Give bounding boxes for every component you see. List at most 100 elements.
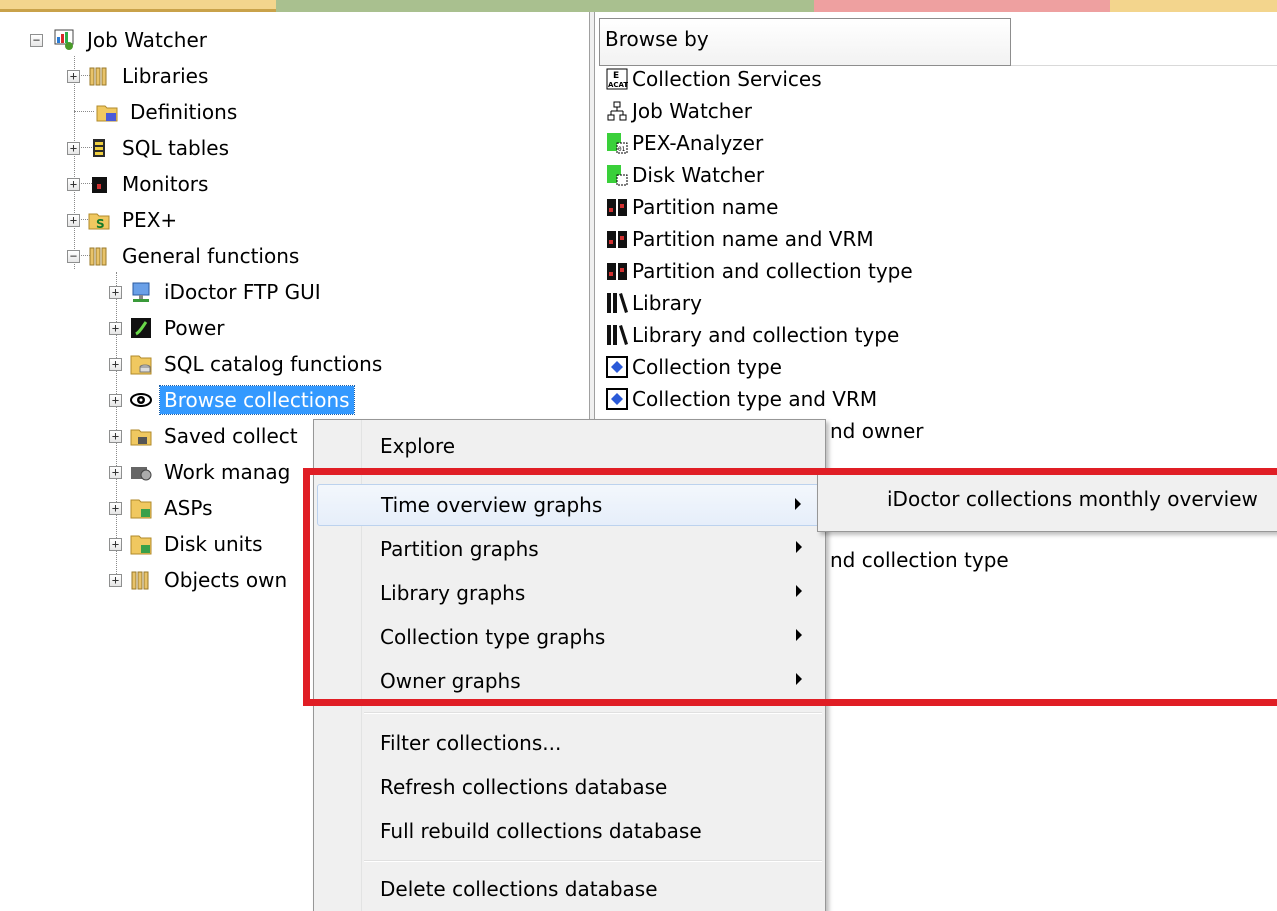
list-item-label: Collection Services <box>632 67 822 91</box>
tree-item-sql-tables[interactable]: + SQL tables <box>67 131 233 165</box>
tree-item-label: iDoctor FTP GUI <box>164 280 321 304</box>
tree-root-job-watcher[interactable]: − Job Watcher <box>30 23 211 57</box>
tree-item-label: SQL tables <box>122 136 230 160</box>
strip-segment <box>1110 0 1277 12</box>
tree-item-general-functions[interactable]: − General functions <box>67 239 303 273</box>
expand-icon[interactable]: + <box>109 501 122 515</box>
tree-item-disk-units[interactable]: + Disk units <box>109 527 267 561</box>
list-item-owner-collection-type[interactable]: nd collection type <box>830 544 1009 576</box>
list-item-partition-name-vrm[interactable]: Partition name and VRM <box>606 223 874 255</box>
pex-plus-icon: S <box>88 209 110 231</box>
menu-item-label: Owner graphs <box>380 669 521 693</box>
expand-icon[interactable]: + <box>67 69 80 83</box>
expand-icon[interactable]: + <box>109 573 122 587</box>
top-strip <box>0 0 1277 12</box>
menu-item-explore[interactable]: Explore <box>317 425 822 467</box>
expand-icon[interactable]: + <box>109 465 122 479</box>
list-item-collection-type-owner[interactable]: nd owner <box>830 415 924 447</box>
partition-icon <box>606 228 628 250</box>
strip-segment <box>814 0 1110 12</box>
expand-icon[interactable]: + <box>67 177 80 191</box>
menu-item-refresh-collections-database[interactable]: Refresh collections database <box>317 766 822 808</box>
expand-icon[interactable]: + <box>67 141 80 155</box>
svg-text:01: 01 <box>618 146 626 153</box>
tree-item-libraries[interactable]: + Libraries <box>67 59 212 93</box>
tree-item-idoctor-ftp-gui[interactable]: + iDoctor FTP GUI <box>109 275 325 309</box>
menu-item-delete-collections-database[interactable]: Delete collections database <box>317 868 822 910</box>
list-item-collection-type[interactable]: Collection type <box>606 351 782 383</box>
tree-item-pex-plus[interactable]: + S PEX+ <box>67 203 181 237</box>
strip-segment <box>276 0 814 12</box>
menu-item-library-graphs[interactable]: Library graphs <box>317 572 822 614</box>
folder-database-icon <box>130 533 152 555</box>
expand-icon[interactable]: + <box>109 285 122 299</box>
list-item-label: Job Watcher <box>632 99 752 123</box>
menu-item-partition-graphs[interactable]: Partition graphs <box>317 528 822 570</box>
tree-item-definitions[interactable]: Definitions <box>96 95 241 129</box>
library-icon <box>88 65 110 87</box>
context-menu[interactable]: Explore Time overview graphs Partition g… <box>313 419 826 911</box>
sql-table-icon <box>88 137 110 159</box>
list-item-library[interactable]: Library <box>606 287 702 319</box>
tree-item-monitors[interactable]: + Monitors <box>67 167 212 201</box>
svg-text:ACAT: ACAT <box>608 81 628 89</box>
collection-type-icon <box>606 356 628 378</box>
list-item-label: Collection type and VRM <box>632 387 878 411</box>
tree-item-label: SQL catalog functions <box>164 352 383 376</box>
menu-item-filter-collections[interactable]: Filter collections... <box>317 722 822 764</box>
column-header-browse-by[interactable]: Browse by <box>599 18 1011 66</box>
tree-item-label: PEX+ <box>122 208 178 232</box>
list-item-job-watcher[interactable]: Job Watcher <box>606 95 752 127</box>
list-item-partition-collection-type[interactable]: Partition and collection type <box>606 255 913 287</box>
tree-item-sql-catalog-functions[interactable]: + SQL catalog functions <box>109 347 386 381</box>
menu-item-time-overview-graphs[interactable]: Time overview graphs <box>317 484 822 526</box>
svg-text:E: E <box>613 71 619 81</box>
tree-item-browse-collections[interactable]: + Browse collections <box>109 383 355 417</box>
menu-item-owner-graphs[interactable]: Owner graphs <box>317 660 822 702</box>
collapse-icon[interactable]: − <box>67 249 80 263</box>
expand-icon[interactable]: + <box>109 357 122 371</box>
tree-item-asps[interactable]: + ASPs <box>109 491 217 525</box>
saved-folder-icon <box>130 425 152 447</box>
list-item-label: Disk Watcher <box>632 163 765 187</box>
tree-item-saved-collections[interactable]: + Saved collect <box>109 419 302 453</box>
expand-icon[interactable]: + <box>67 213 80 227</box>
expand-icon[interactable]: + <box>109 537 122 551</box>
tree-item-label: Power <box>164 316 225 340</box>
svg-text:S: S <box>96 217 105 231</box>
expand-icon[interactable]: + <box>109 393 122 407</box>
list-item-label: Library <box>632 291 702 315</box>
list-item-disk-watcher[interactable]: Disk Watcher <box>606 159 764 191</box>
list-item-label: Partition name and VRM <box>632 227 874 251</box>
partition-icon <box>606 196 628 218</box>
list-item-pex-analyzer[interactable]: 01 PEX-Analyzer <box>606 127 763 159</box>
menu-item-label: Library graphs <box>380 581 526 605</box>
menu-item-label: Partition graphs <box>380 537 539 561</box>
tree-connector <box>74 111 94 112</box>
submenu-arrow-icon <box>796 541 802 553</box>
tree-item-label: Monitors <box>122 172 209 196</box>
submenu-item-monthly-overview[interactable]: iDoctor collections monthly overview <box>887 487 1258 511</box>
work-management-icon <box>130 461 152 483</box>
tree-item-label: Objects own <box>164 568 288 592</box>
expand-icon[interactable]: + <box>109 321 122 335</box>
menu-item-label: Full rebuild collections database <box>380 819 702 843</box>
menu-item-full-rebuild-collections-database[interactable]: Full rebuild collections database <box>317 810 822 852</box>
tree-item-label: Disk units <box>164 532 263 556</box>
expand-icon[interactable]: + <box>109 429 122 443</box>
ftp-icon <box>130 281 152 303</box>
strip-segment <box>0 0 276 12</box>
tree-item-objects-owned[interactable]: + Objects own <box>109 563 291 597</box>
menu-item-collection-type-graphs[interactable]: Collection type graphs <box>317 616 822 658</box>
list-item-library-collection-type[interactable]: Library and collection type <box>606 319 899 351</box>
collapse-icon[interactable]: − <box>30 33 43 47</box>
tree-item-work-management[interactable]: + Work manag <box>109 455 294 489</box>
submenu-arrow-icon <box>796 629 802 641</box>
list-item-collection-type-vrm[interactable]: Collection type and VRM <box>606 383 877 415</box>
list-item-collection-services[interactable]: E ACAT Collection Services <box>606 63 822 95</box>
list-item-partition-name[interactable]: Partition name <box>606 191 778 223</box>
tree-item-label: General functions <box>122 244 300 268</box>
books-icon <box>606 324 628 346</box>
tree-item-power[interactable]: + Power <box>109 311 228 345</box>
time-overview-submenu[interactable]: iDoctor collections monthly overview <box>817 474 1277 532</box>
